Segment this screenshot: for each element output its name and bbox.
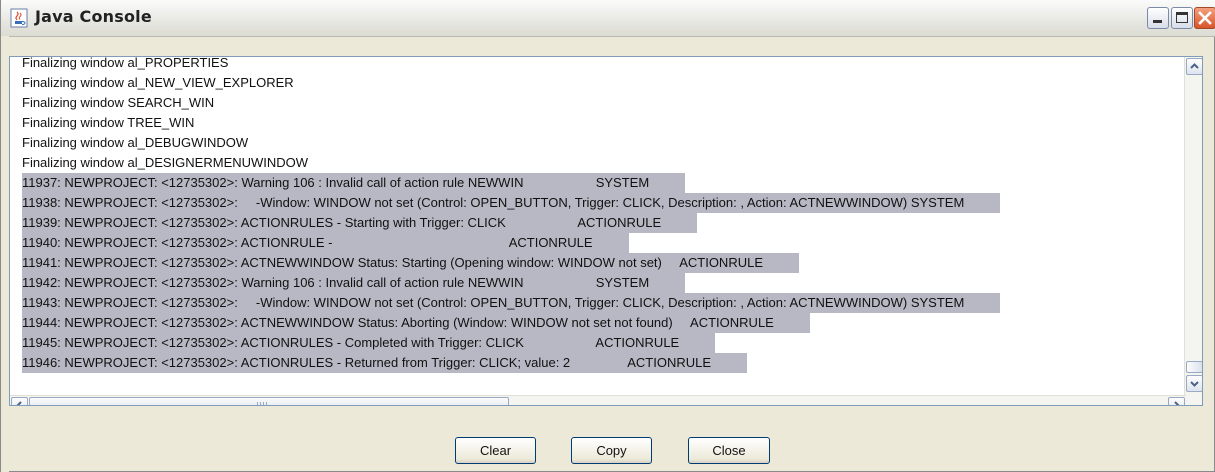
console-line-selected: 11946: NEWPROJECT: <12735302>: ACTIONRUL… — [22, 353, 748, 373]
console-line: Finalizing window TREE_WIN — [22, 115, 195, 130]
scroll-grip-icon — [257, 402, 267, 405]
console-line-selected: 11937: NEWPROJECT: <12735302>: Warning 1… — [22, 173, 686, 193]
maximize-button[interactable] — [1171, 7, 1193, 29]
console-line: Finalizing window al_DESIGNERMENUWINDOW — [22, 155, 309, 170]
console-line-selected: 11945: NEWPROJECT: <12735302>: ACTIONRUL… — [22, 333, 716, 353]
chevron-down-icon — [1190, 381, 1199, 387]
vertical-scroll-thumb[interactable] — [1186, 361, 1202, 373]
vertical-scrollbar[interactable] — [1184, 57, 1202, 405]
java-console-window: Java Console Finalizing window al_PROPER… — [0, 0, 1215, 472]
title-bar[interactable]: Java Console — [1, 0, 1215, 37]
window-title: Java Console — [35, 7, 152, 26]
console-line-selected: 11943: NEWPROJECT: <12735302>: -Window: … — [22, 293, 1001, 313]
horizontal-scrollbar[interactable] — [10, 395, 1186, 405]
console-line-selected: 11942: NEWPROJECT: <12735302>: Warning 1… — [22, 273, 686, 293]
chevron-left-icon — [16, 401, 22, 405]
horizontal-scroll-thumb[interactable] — [29, 397, 509, 405]
java-cup-icon — [10, 8, 28, 28]
console-line: Finalizing window al_PROPERTIES — [22, 57, 229, 70]
console-line-selected: 11938: NEWPROJECT: <12735302>: -Window: … — [22, 193, 1001, 213]
close-icon — [1198, 11, 1212, 25]
maximize-icon — [1176, 12, 1188, 23]
scroll-up-button[interactable] — [1186, 58, 1202, 75]
console-text-area[interactable]: Finalizing window al_PROPERTIES Finalizi… — [10, 57, 1186, 395]
clear-button[interactable]: Clear — [455, 437, 536, 464]
scroll-left-button[interactable] — [11, 397, 28, 405]
console-line: Finalizing window al_NEW_VIEW_EXPLORER — [22, 75, 294, 90]
chevron-right-icon — [1174, 401, 1180, 405]
scroll-right-button[interactable] — [1168, 397, 1185, 405]
console-line-selected: 11941: NEWPROJECT: <12735302>: ACTNEWWIN… — [22, 253, 799, 273]
minimize-icon — [1153, 20, 1162, 23]
console-line-selected: 11939: NEWPROJECT: <12735302>: ACTIONRUL… — [22, 213, 698, 233]
console-line-selected: 11940: NEWPROJECT: <12735302>: ACTIONRUL… — [22, 233, 629, 253]
console-line: Finalizing window al_DEBUGWINDOW — [22, 135, 249, 150]
close-button[interactable]: Close — [688, 437, 770, 464]
scroll-down-button[interactable] — [1186, 375, 1202, 392]
console-output-panel[interactable]: Finalizing window al_PROPERTIES Finalizi… — [9, 56, 1203, 406]
copy-button[interactable]: Copy — [571, 437, 652, 464]
console-line-selected: 11944: NEWPROJECT: <12735302>: ACTNEWWIN… — [22, 313, 810, 333]
window-frame-edge — [1, 36, 9, 472]
close-window-button[interactable] — [1194, 7, 1215, 29]
minimize-button[interactable] — [1147, 7, 1169, 29]
chevron-up-icon — [1190, 63, 1199, 69]
console-line: Finalizing window SEARCH_WIN — [22, 95, 215, 110]
